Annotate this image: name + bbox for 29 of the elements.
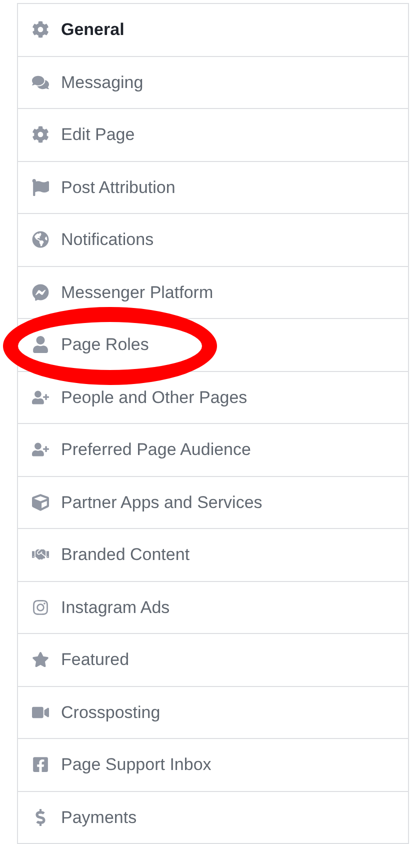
settings-menu-item[interactable]: People and Other Pages bbox=[18, 372, 408, 423]
settings-menu-item[interactable]: Branded Content bbox=[18, 529, 408, 580]
settings-menu-item[interactable]: Edit Page bbox=[18, 109, 408, 160]
settings-menu-item[interactable]: Payments bbox=[18, 792, 408, 843]
star-icon bbox=[32, 651, 49, 668]
settings-menu-item[interactable]: Messenger Platform bbox=[18, 266, 408, 318]
cube-icon bbox=[32, 494, 49, 511]
settings-menu-item[interactable]: Messaging bbox=[18, 56, 408, 108]
camera-icon bbox=[32, 598, 49, 616]
settings-menu-item[interactable]: Preferred Page Audience bbox=[18, 424, 408, 476]
chat-bubbles-icon bbox=[32, 74, 49, 91]
settings-menu-item[interactable]: Featured bbox=[18, 634, 408, 686]
settings-menu-item[interactable]: Instagram Ads bbox=[18, 582, 408, 633]
settings-menu-item[interactable]: General bbox=[18, 4, 408, 56]
flag-icon bbox=[32, 178, 49, 196]
settings-menu-item[interactable]: Post Attribution bbox=[18, 162, 408, 213]
settings-menu-item[interactable]: Crossposting bbox=[18, 686, 408, 738]
gear-icon bbox=[32, 21, 49, 38]
settings-menu-item[interactable]: Page Support Inbox bbox=[18, 739, 408, 790]
gear-icon bbox=[32, 126, 49, 144]
globe-icon bbox=[32, 231, 49, 248]
settings-menu-item[interactable]: Notifications bbox=[18, 214, 408, 266]
settings-menu-item[interactable]: Page Roles bbox=[18, 319, 408, 370]
person-icon bbox=[32, 336, 49, 354]
person-plus-icon bbox=[32, 388, 49, 406]
chat-bubble-icon bbox=[32, 284, 49, 301]
square-logo-icon bbox=[32, 756, 49, 774]
person-plus-icon bbox=[32, 441, 49, 458]
settings-menu-item[interactable]: Partner Apps and Services bbox=[18, 476, 408, 528]
